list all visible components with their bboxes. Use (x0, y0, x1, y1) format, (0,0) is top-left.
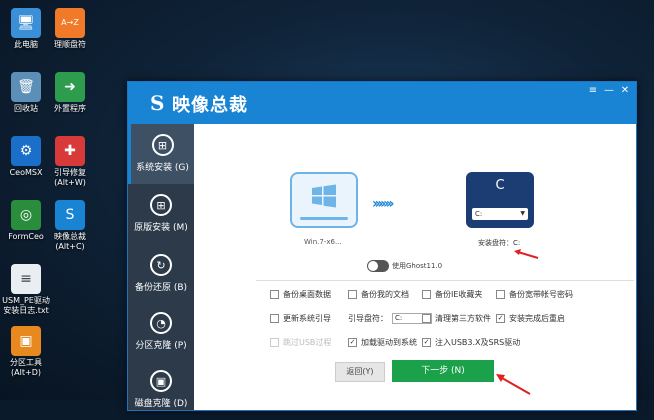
partition-icon: A→Z (55, 8, 85, 38)
sidebar-item-label: 备份还原 (B) (134, 283, 188, 293)
target-drive: C C: ▼ (466, 172, 534, 228)
sidebar-item-partition-clone[interactable]: ◔ 分区克隆 (P) (128, 302, 194, 362)
desktop-icon-boot-repair[interactable]: ✚ 引导修复 (Alt+W) (40, 136, 100, 188)
boot-drive-value: C: (395, 314, 403, 322)
toggle-knob (368, 261, 378, 271)
source-image-drive (290, 172, 358, 228)
target-drive-select[interactable]: C: ▼ (472, 208, 528, 220)
red-annotation-arrow-icon (496, 374, 531, 395)
target-drive-value: C: (475, 210, 483, 218)
sidebar-item-backup-restore[interactable]: ↻ 备份还原 (B) (128, 244, 194, 304)
option-label: 更新系统引导 (283, 314, 331, 323)
sidebar-item-label: 原版安装 (M) (134, 223, 188, 233)
option-label: 备份我的文档 (361, 290, 409, 299)
sidebar-item-label: 分区克隆 (P) (135, 341, 187, 351)
desktop-icon-label: USM_PE驱动 安装日志.txt (2, 296, 50, 315)
checkbox-checked[interactable]: ✓ (348, 338, 357, 347)
option-load-drivers[interactable]: ✓ 加载驱动到系统 (348, 337, 417, 348)
desktop-icon-usb-log[interactable]: ≡ USM_PE驱动 安装日志.txt (0, 264, 56, 316)
install-options: 备份桌面数据 备份我的文档 备份IE收藏夹 备份宽带帐号密码 更新系统引导 引导… (256, 280, 634, 361)
desktop-icon-label: 引导修复 (Alt+W) (54, 168, 86, 187)
boot-repair-icon: ✚ (55, 136, 85, 166)
desktop-icon-partition-tool[interactable]: ▣ 分区工具 (Alt+D) (0, 326, 56, 378)
red-annotation-arrow-icon (514, 249, 539, 259)
partition-tool-icon: ▣ (11, 326, 41, 356)
option-label: 注入USB3.X及SRS驱动 (435, 338, 521, 347)
disk-icon: ▣ (150, 370, 172, 392)
option-backup-broadband[interactable]: 备份宽带帐号密码 (496, 289, 573, 300)
backup-icon: ↻ (150, 254, 172, 276)
desktop-icon-label: 分区工具 (Alt+D) (10, 358, 42, 377)
sidebar: ⊞ 系统安装 (G) ⊞ 原版安装 (M) ↻ 备份还原 (B) ◔ 分区克隆 … (128, 124, 194, 410)
option-label: 加载驱动到系统 (361, 338, 417, 347)
menu-icon[interactable]: ≡ (586, 84, 600, 98)
external-icon: ➜ (55, 72, 85, 102)
target-drive-letter: C (495, 178, 505, 193)
option-backup-ie[interactable]: 备份IE收藏夹 (422, 289, 482, 300)
option-label: 备份桌面数据 (283, 290, 331, 299)
title-bar: S 映像总裁 ≡ — ✕ (128, 82, 636, 124)
sidebar-item-original-install[interactable]: ⊞ 原版安装 (M) (128, 184, 194, 244)
option-inject-usb3[interactable]: ✓ 注入USB3.X及SRS驱动 (422, 337, 520, 348)
option-label: 跳过USB过程 (283, 338, 332, 347)
drive-slot (300, 217, 348, 220)
usb-log-icon: ≡ (11, 264, 41, 294)
option-label: 安装完成后重启 (509, 314, 565, 323)
target-drive-caption: 安装盘符：C: (478, 239, 521, 247)
checkbox[interactable] (270, 290, 279, 299)
minimize-button[interactable]: — (602, 84, 616, 98)
flow-arrows: ››››››› (372, 196, 394, 212)
sidebar-item-disk-clone[interactable]: ▣ 磁盘克隆 (D) (128, 360, 194, 420)
option-label: 备份宽带帐号密码 (509, 290, 573, 299)
chevron-down-icon: ▼ (520, 210, 525, 217)
desktop-icon-label: 映像总裁 (Alt+C) (54, 232, 86, 251)
ghost-toggle-label: 使用Ghost11.0 (392, 262, 443, 270)
app-logo-icon: S (150, 91, 165, 115)
desktop-icon-label: 外置程序 (54, 104, 86, 113)
option-update-boot[interactable]: 更新系统引导 (270, 313, 331, 324)
window-controls: ≡ — ✕ (586, 84, 632, 98)
checkbox[interactable] (270, 338, 279, 347)
sidebar-item-system-install[interactable]: ⊞ 系统安装 (G) (128, 124, 194, 184)
image-master-window: S 映像总裁 ≡ — ✕ ⊞ 系统安装 (G) ⊞ 原版安装 (M) ↻ 备份还… (127, 81, 637, 411)
image-master-icon: S (55, 200, 85, 230)
windows-icon: ⊞ (151, 134, 174, 156)
ghost-toggle[interactable] (367, 260, 389, 272)
main-content: Win.7-x6... ››››››› C C: ▼ 安装盘符：C: 使用Gho… (194, 124, 636, 410)
desktop-icon-external[interactable]: ➜ 外置程序 (40, 72, 100, 114)
desktop-icon-label: 理顺盘符 (54, 40, 86, 49)
checkbox[interactable] (422, 290, 431, 299)
desktop-icon-partition[interactable]: A→Z 理顺盘符 (40, 8, 100, 50)
option-label: 清理第三方软件 (435, 314, 491, 323)
sidebar-item-label: 磁盘克隆 (D) (134, 399, 188, 409)
windows-icon: ⊞ (150, 194, 172, 216)
option-clean-third-party[interactable]: 清理第三方软件 (422, 313, 491, 324)
checkbox[interactable] (270, 314, 279, 323)
boot-drive-group: 引导盘符： C: ▼ (348, 313, 432, 324)
desktop-icon-image-master[interactable]: S 映像总裁 (Alt+C) (40, 200, 100, 252)
option-backup-docs[interactable]: 备份我的文档 (348, 289, 409, 300)
back-button[interactable]: 返回(Y) (335, 362, 385, 382)
boot-drive-label: 引导盘符： (348, 314, 388, 323)
pie-icon: ◔ (150, 312, 172, 334)
checkbox[interactable] (348, 290, 357, 299)
this-pc-icon: 🖥 (11, 8, 41, 38)
app-title: 映像总裁 (172, 95, 248, 116)
source-image-caption: Win.7-x6... (304, 238, 342, 246)
checkbox-checked[interactable]: ✓ (496, 314, 505, 323)
ceomsx-icon: ⚙ (11, 136, 41, 166)
windows-logo-icon (312, 184, 336, 208)
checkbox[interactable] (496, 290, 505, 299)
next-button[interactable]: 下一步 (N) (392, 360, 494, 382)
sidebar-item-label: 系统安装 (G) (136, 163, 189, 173)
option-backup-desktop[interactable]: 备份桌面数据 (270, 289, 331, 300)
recycle-icon: 🗑 (11, 72, 41, 102)
checkbox[interactable] (422, 314, 431, 323)
checkbox-checked[interactable]: ✓ (422, 338, 431, 347)
formceo-icon: ◎ (11, 200, 41, 230)
option-label: 备份IE收藏夹 (435, 290, 483, 299)
option-skip-usb[interactable]: 跳过USB过程 (270, 337, 331, 348)
close-button[interactable]: ✕ (618, 84, 632, 98)
option-restart-after[interactable]: ✓ 安装完成后重启 (496, 313, 565, 324)
